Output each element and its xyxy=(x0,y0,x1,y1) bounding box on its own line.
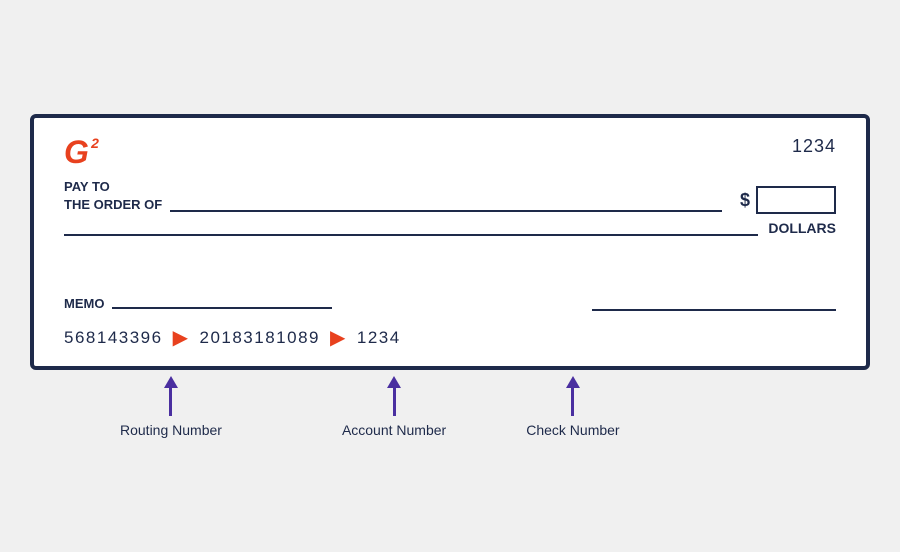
account-label-item: Account Number xyxy=(342,376,446,438)
micr-account-number: 20183181089 xyxy=(199,328,320,348)
micr-row: 568143396 ▶ 20183181089 ▶ 1234 xyxy=(64,325,836,350)
micr-routing-number: 568143396 xyxy=(64,328,163,348)
micr-symbol-1: ▶ xyxy=(173,325,190,350)
dollars-line xyxy=(64,234,758,236)
check-image: G 2 1234 PAY TO THE ORDER OF $ xyxy=(30,114,870,370)
check-num-arrow-head xyxy=(566,376,580,388)
check-middle-space xyxy=(64,236,836,296)
logo-superscript: 2 xyxy=(91,136,99,150)
pay-to-label: PAY TO THE ORDER OF xyxy=(64,178,162,214)
routing-arrow xyxy=(164,376,178,416)
memo-line xyxy=(112,307,332,309)
logo: G 2 xyxy=(64,136,89,168)
check-num-arrow-shaft xyxy=(571,388,574,416)
dollars-label: DOLLARS xyxy=(768,220,836,236)
check-top-row: G 2 1234 xyxy=(64,136,836,168)
account-arrow-shaft xyxy=(393,388,396,416)
pay-section: PAY TO THE ORDER OF $ DOLLARS xyxy=(64,178,836,236)
check-number-display: 1234 xyxy=(792,136,836,157)
account-label-text: Account Number xyxy=(342,422,446,438)
dollar-box-group: $ xyxy=(740,186,836,214)
pay-to-line xyxy=(170,210,722,212)
dollar-sign: $ xyxy=(740,190,750,211)
logo-letter: G xyxy=(64,134,89,170)
micr-symbol-2: ▶ xyxy=(330,325,347,350)
account-arrow xyxy=(387,376,401,416)
check-num-label-item: Check Number xyxy=(526,376,619,438)
signature-line xyxy=(592,309,836,311)
memo-label: MEMO xyxy=(64,296,104,311)
routing-arrow-head xyxy=(164,376,178,388)
labels-row: Routing Number Account Number Check Numb… xyxy=(30,376,870,438)
routing-arrow-shaft xyxy=(169,388,172,416)
routing-label-text: Routing Number xyxy=(120,422,222,438)
routing-label-item: Routing Number xyxy=(120,376,222,438)
check-diagram: G 2 1234 PAY TO THE ORDER OF $ xyxy=(20,114,880,438)
dollars-line-row: DOLLARS xyxy=(64,220,836,236)
pay-to-row: PAY TO THE ORDER OF $ xyxy=(64,178,836,214)
micr-check-number: 1234 xyxy=(357,328,401,348)
memo-row: MEMO xyxy=(64,296,836,311)
check-num-label-text: Check Number xyxy=(526,422,619,438)
account-arrow-head xyxy=(387,376,401,388)
dollar-input-box[interactable] xyxy=(756,186,836,214)
logo-g: G 2 xyxy=(64,136,89,168)
check-num-arrow xyxy=(566,376,580,416)
